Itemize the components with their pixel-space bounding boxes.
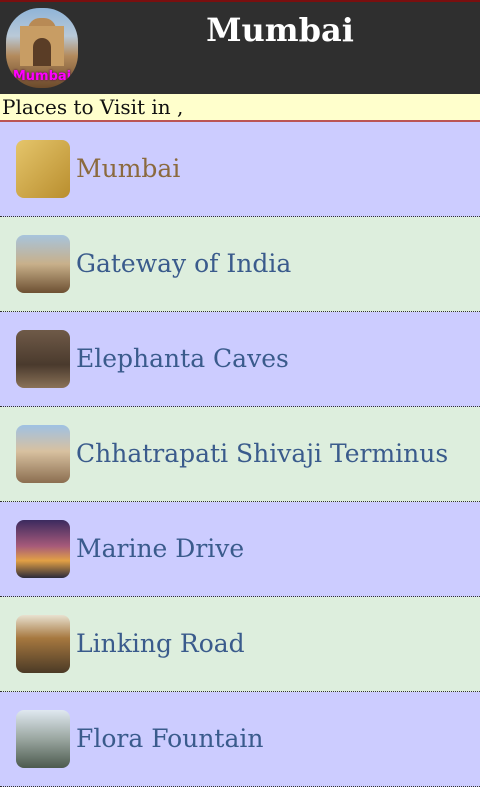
list-item-label: Chhatrapati Shivaji Terminus (76, 439, 449, 468)
places-subheader: Places to Visit in , (0, 94, 480, 122)
list-item-label: Gateway of India (76, 249, 292, 278)
logo-text: Mumbai (12, 69, 72, 84)
list-item-marine-drive[interactable]: Marine Drive (0, 502, 480, 597)
list-item-gateway-of-india[interactable]: Gateway of India (0, 217, 480, 312)
list-item-elephanta-caves[interactable]: Elephanta Caves (0, 312, 480, 407)
app-logo-icon: Mumbai (6, 8, 78, 88)
mumbai-thumbnail-icon (16, 140, 70, 198)
list-item-label: Flora Fountain (76, 724, 264, 753)
app-header: Mumbai Mumbai (0, 2, 480, 94)
marine-drive-thumbnail-icon (16, 520, 70, 578)
elephanta-caves-thumbnail-icon (16, 330, 70, 388)
places-list: Mumbai Gateway of India Elephanta Caves … (0, 122, 480, 787)
list-item-linking-road[interactable]: Linking Road (0, 597, 480, 692)
flora-fountain-thumbnail-icon (16, 710, 70, 768)
list-item-label: Marine Drive (76, 534, 245, 563)
list-item-label: Elephanta Caves (76, 344, 289, 373)
list-item-label: Linking Road (76, 629, 245, 658)
chhatrapati-shivaji-terminus-thumbnail-icon (16, 425, 70, 483)
logo-arch (33, 38, 51, 66)
linking-road-thumbnail-icon (16, 615, 70, 673)
list-item-mumbai[interactable]: Mumbai (0, 122, 480, 217)
gateway-of-india-thumbnail-icon (16, 235, 70, 293)
list-item-flora-fountain[interactable]: Flora Fountain (0, 692, 480, 787)
page-title: Mumbai (206, 11, 354, 49)
list-item-chhatrapati-shivaji-terminus[interactable]: Chhatrapati Shivaji Terminus (0, 407, 480, 502)
list-item-label: Mumbai (76, 154, 181, 183)
